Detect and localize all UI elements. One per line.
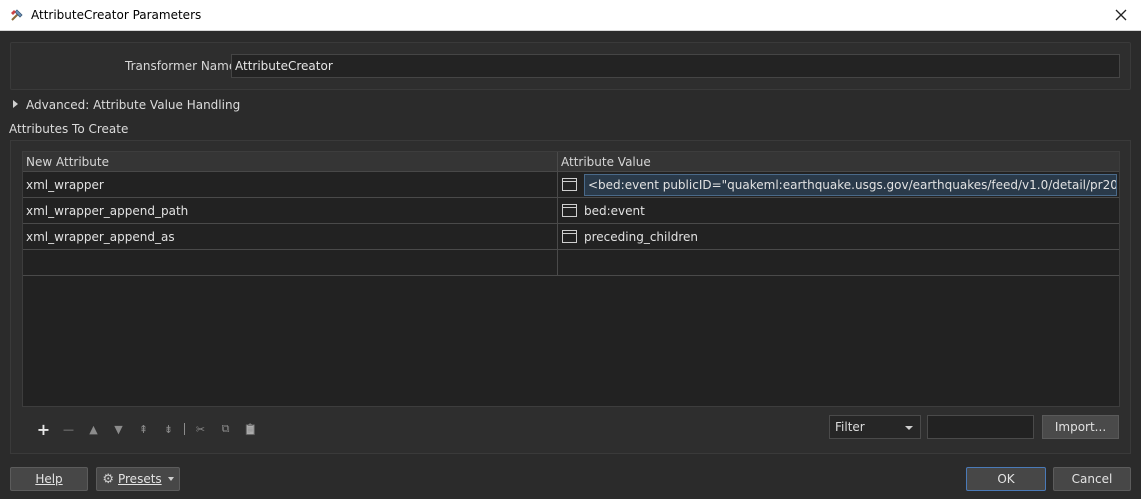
expand-arrow-icon <box>13 100 18 108</box>
table-row[interactable]: xml_wrapper <bed:event publicID="quakeml… <box>23 172 1119 198</box>
chevron-down-icon <box>167 477 174 481</box>
close-icon <box>1115 9 1127 21</box>
header-attribute-value[interactable]: Attribute Value <box>558 152 1119 171</box>
ok-button[interactable]: OK <box>966 467 1046 491</box>
table-row[interactable]: xml_wrapper_append_as preceding_children <box>23 224 1119 250</box>
attribute-value-cell[interactable]: preceding_children <box>558 224 1119 249</box>
text-editor-icon[interactable] <box>562 178 577 191</box>
move-up-button[interactable]: ▲ <box>81 421 106 437</box>
plus-icon: + <box>36 419 51 439</box>
move-top-button[interactable]: ⇞ <box>131 421 156 437</box>
window-title: AttributeCreator Parameters <box>31 8 202 22</box>
cancel-button[interactable]: Cancel <box>1053 467 1131 491</box>
title-bar: AttributeCreator Parameters <box>0 0 1141 31</box>
table-row[interactable]: xml_wrapper_append_path bed:event <box>23 198 1119 224</box>
attribute-name-cell[interactable]: xml_wrapper_append_path <box>23 198 558 223</box>
attribute-name-cell[interactable]: xml_wrapper_append_as <box>23 224 558 249</box>
help-label: Help <box>35 472 63 486</box>
move-down-button[interactable]: ▼ <box>106 421 131 437</box>
arrow-up-icon: ▲ <box>89 422 98 436</box>
attribute-value-cell[interactable]: <bed:event publicID="quakeml:earthquake.… <box>558 172 1119 197</box>
move-bottom-button[interactable]: ⇟ <box>156 421 181 437</box>
attributes-table: New Attribute Attribute Value xml_wrappe… <box>22 151 1120 407</box>
filter-dropdown[interactable]: Filter <box>829 415 921 439</box>
empty-value-cell[interactable] <box>558 250 1119 275</box>
text-editor-icon[interactable] <box>562 230 577 243</box>
arrow-down-icon: ▼ <box>114 422 123 436</box>
transformer-name-input[interactable] <box>231 54 1120 78</box>
app-icon <box>11 9 23 21</box>
text-editor-icon[interactable] <box>562 204 577 217</box>
remove-row-button[interactable]: — <box>56 421 81 437</box>
presets-label: Presets <box>117 472 162 486</box>
move-bottom-icon: ⇟ <box>163 422 174 436</box>
presets-button[interactable]: ⚙ Presets <box>96 467 180 491</box>
advanced-expander[interactable]: Advanced: Attribute Value Handling <box>13 98 240 112</box>
attributes-panel: New Attribute Attribute Value xml_wrappe… <box>10 140 1131 454</box>
cut-button[interactable]: ✂ <box>188 421 213 437</box>
attribute-value-editor[interactable]: <bed:event publicID="quakeml:earthquake.… <box>584 173 1117 196</box>
header-new-attribute[interactable]: New Attribute <box>23 152 558 171</box>
import-button[interactable]: Import... <box>1042 415 1119 439</box>
copy-icon: ⧉ <box>221 422 230 435</box>
attribute-value-cell[interactable]: bed:event <box>558 198 1119 223</box>
chevron-down-icon <box>905 426 913 430</box>
attribute-value-text: bed:event <box>584 203 645 218</box>
attribute-value-text: preceding_children <box>584 229 698 244</box>
section-label: Attributes To Create <box>9 122 129 136</box>
transformer-name-label: Transformer Name: <box>125 59 241 73</box>
filter-label: Filter <box>835 420 865 434</box>
attribute-name-cell[interactable]: xml_wrapper <box>23 172 558 197</box>
add-row-button[interactable]: + <box>31 419 56 439</box>
move-top-icon: ⇞ <box>138 422 149 436</box>
toolbar-separator <box>184 423 185 435</box>
help-button[interactable]: Help <box>10 467 88 491</box>
paste-button[interactable]: 📋 <box>238 421 263 437</box>
table-header: New Attribute Attribute Value <box>23 152 1119 172</box>
table-toolbar: + — ▲ ▼ ⇞ ⇟ ✂ ⧉ 📋 <box>31 419 263 439</box>
scissors-icon: ✂ <box>195 422 206 436</box>
advanced-label: Advanced: Attribute Value Handling <box>26 98 241 112</box>
empty-table-row[interactable] <box>23 250 1119 276</box>
gear-icon: ⚙ <box>102 471 114 487</box>
minus-icon: — <box>63 422 74 436</box>
empty-name-cell[interactable] <box>23 250 558 275</box>
close-button[interactable] <box>1111 5 1131 25</box>
transformer-name-panel: Transformer Name: <box>10 42 1131 90</box>
clipboard-icon: 📋 <box>243 422 258 436</box>
filter-input[interactable] <box>927 415 1034 439</box>
copy-button[interactable]: ⧉ <box>213 421 238 437</box>
